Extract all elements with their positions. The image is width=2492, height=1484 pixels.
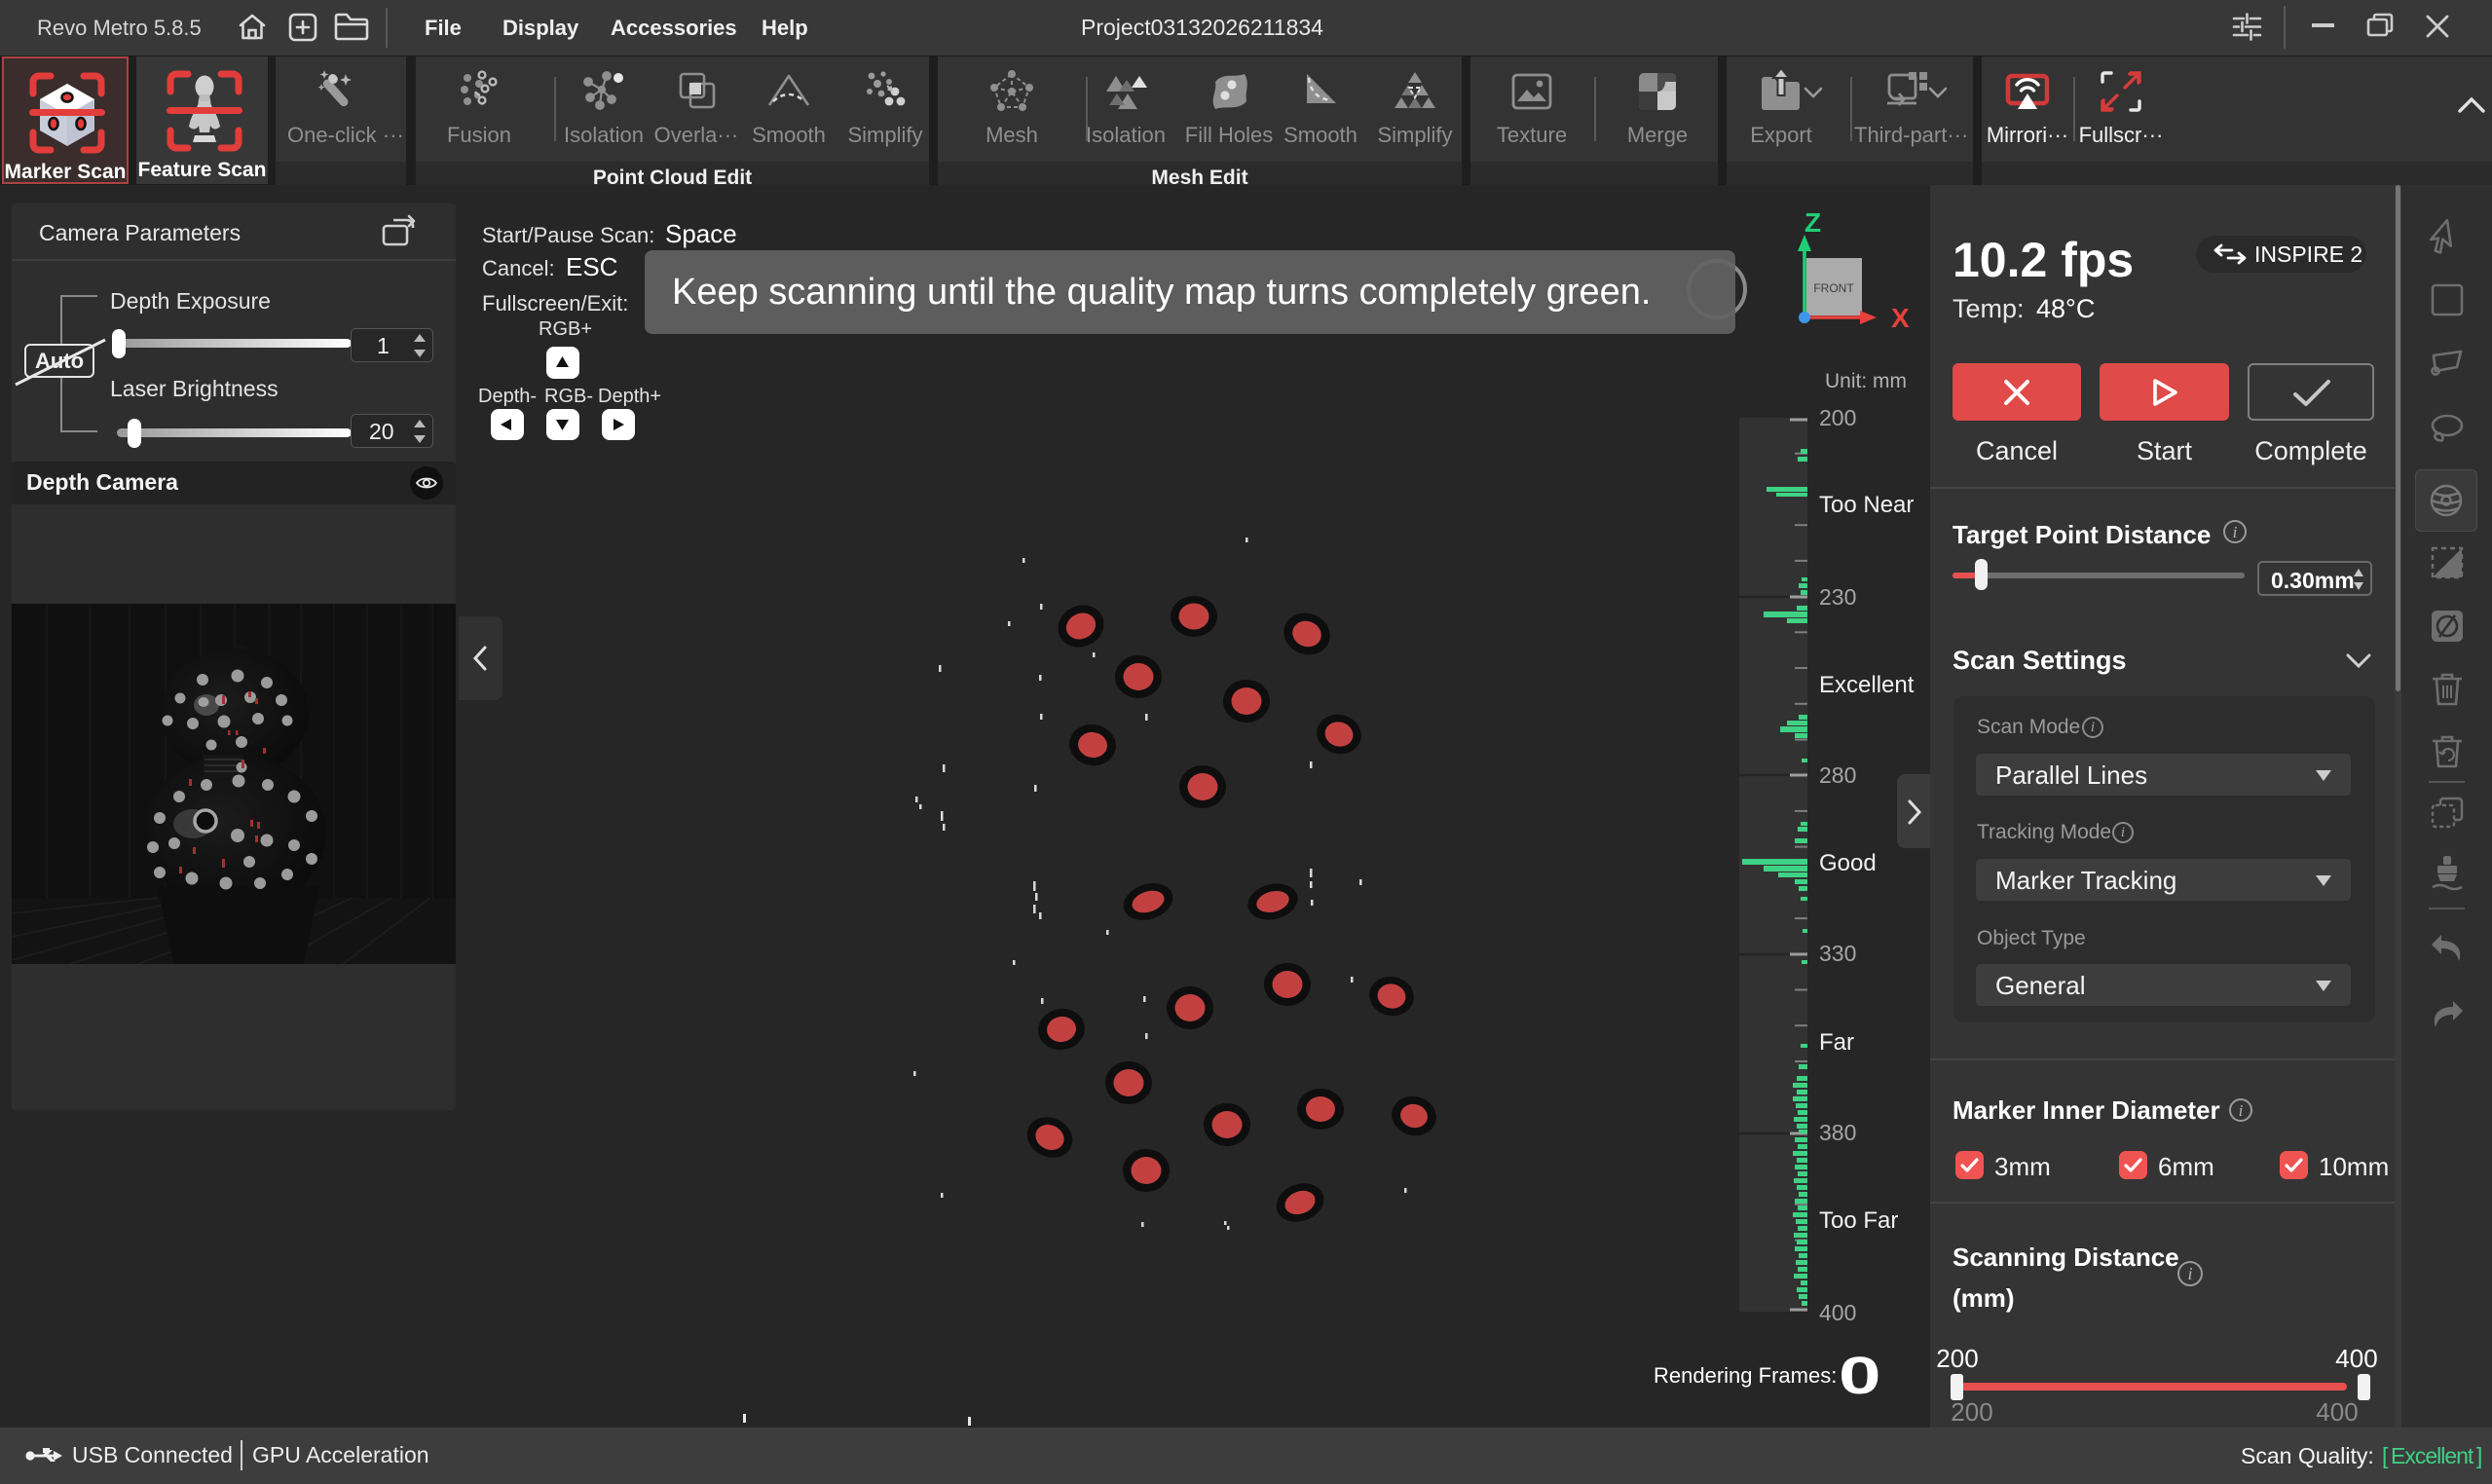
svg-text:Z: Z	[1804, 207, 1821, 238]
svg-text:X: X	[1891, 303, 1910, 333]
svg-text:FRONT: FRONT	[1813, 281, 1854, 295]
